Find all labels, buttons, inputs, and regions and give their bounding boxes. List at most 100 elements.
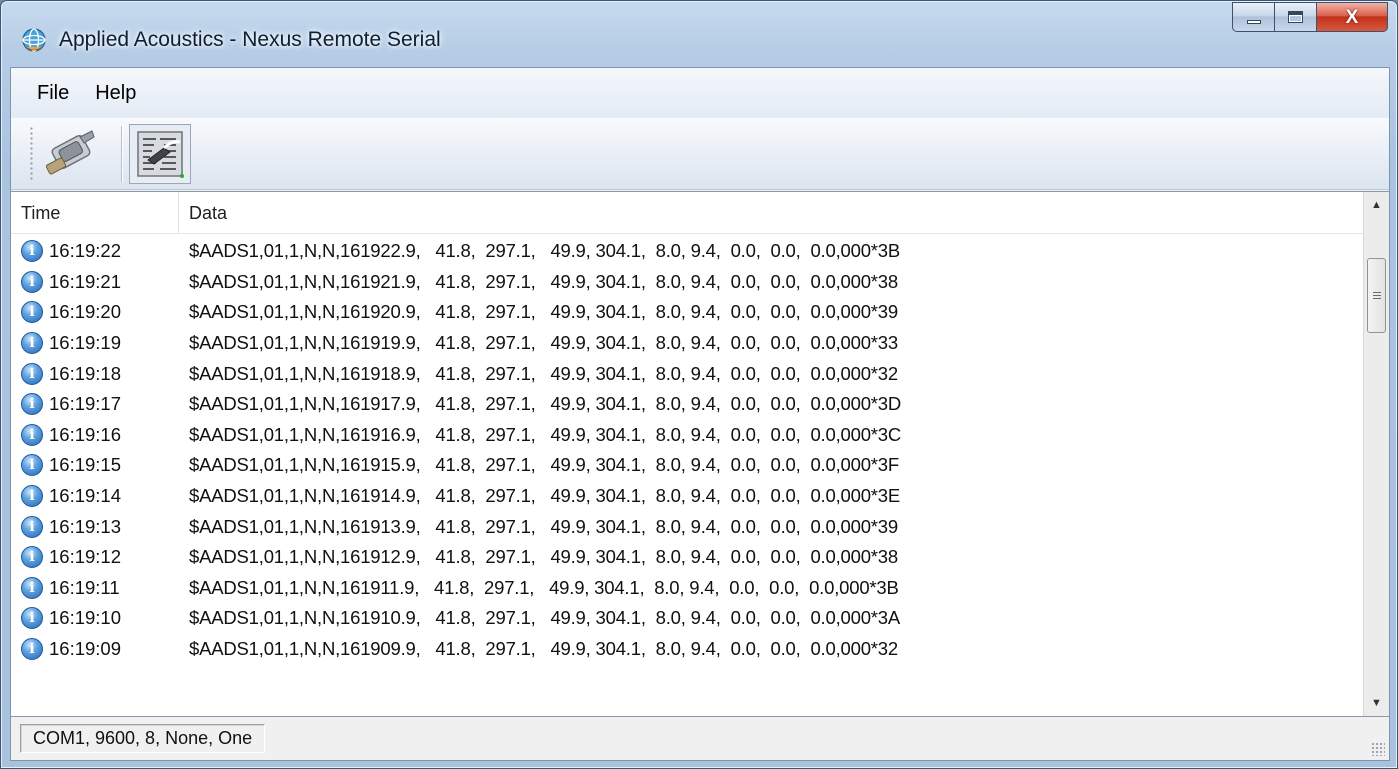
time-text: 16:19:10 [49, 607, 122, 629]
table-row[interactable]: i 16:19:16 $AADS1,01,1,N,N,161916.9, 41.8,… [11, 420, 1363, 451]
table-row[interactable]: i 16:19:13 $AADS1,01,1,N,N,161913.9, 41.8,… [11, 511, 1363, 542]
maximize-icon [1288, 11, 1303, 23]
data-cell: $AADS1,01,1,N,N,161916.9, 41.8, 297.1, 4… [189, 423, 902, 445]
column-header-data[interactable]: Data [179, 192, 1363, 234]
port-settings-status: COM1, 9600, 8, None, One [20, 724, 266, 753]
minimize-icon [1246, 20, 1261, 24]
info-icon: i [21, 301, 43, 324]
info-icon: i [21, 423, 43, 446]
data-cell: $AADS1,01,1,N,N,161912.9, 41.8, 297.1, 4… [189, 546, 898, 568]
data-cell: $AADS1,01,1,N,N,161913.9, 41.8, 297.1, 4… [189, 515, 898, 537]
time-text: 16:19:21 [49, 270, 122, 292]
serial-data-list[interactable]: Time Data i 16:19:22 $AADS1,01,1,N,N,16192… [11, 191, 1389, 717]
list-header: Time Data [11, 192, 1363, 234]
table-row[interactable]: i 16:19:15 $AADS1,01,1,N,N,161915.9, 41.8,… [11, 450, 1363, 481]
table-row[interactable]: i 16:19:14 $AADS1,01,1,N,N,161914.9, 41.8,… [11, 481, 1363, 512]
info-icon: i [21, 607, 43, 630]
info-icon: i [21, 546, 43, 569]
time-cell: i 16:19:20 [11, 301, 179, 324]
table-row[interactable]: i 16:19:18 $AADS1,01,1,N,N,161918.9, 41.8,… [11, 358, 1363, 389]
column-header-time[interactable]: Time [11, 192, 179, 234]
time-cell: i 16:19:21 [11, 270, 179, 293]
scroll-down-icon[interactable]: ▼ [1364, 690, 1389, 716]
table-row[interactable]: i 16:19:19 $AADS1,01,1,N,N,161919.9, 41.8,… [11, 328, 1363, 359]
scrollbar-thumb[interactable] [1367, 258, 1386, 333]
toolbar-grip[interactable] [30, 126, 33, 182]
maximize-button[interactable] [1274, 2, 1316, 32]
data-cell: $AADS1,01,1,N,N,161918.9, 41.8, 297.1, 4… [189, 362, 898, 384]
time-cell: i 16:19:17 [11, 393, 179, 416]
info-icon: i [21, 576, 43, 599]
status-bar: COM1, 9600, 8, None, One [11, 718, 1389, 760]
caption-buttons: X [1232, 2, 1388, 32]
time-cell: i 16:19:13 [11, 515, 179, 538]
time-text: 16:19:17 [49, 393, 122, 415]
client-area: File Help Time Data i 16:19:22 $AADS1,01… [10, 67, 1390, 761]
data-cell: $AADS1,01,1,N,N,161922.9, 41.8, 297.1, 4… [189, 240, 901, 262]
data-cell: $AADS1,01,1,N,N,161920.9, 41.8, 297.1, 4… [189, 301, 898, 323]
time-cell: i 16:19:10 [11, 607, 179, 630]
time-cell: i 16:19:19 [11, 332, 179, 355]
scroll-up-icon[interactable]: ▲ [1364, 192, 1389, 218]
data-cell: $AADS1,01,1,N,N,161909.9, 41.8, 297.1, 4… [189, 638, 898, 660]
app-window: Applied Acoustics - Nexus Remote Serial … [0, 0, 1398, 769]
table-row[interactable]: i 16:19:11 $AADS1,01,1,N,N,161911.9, 41.8,… [11, 573, 1363, 604]
vertical-scrollbar[interactable]: ▲ ▼ [1363, 192, 1389, 716]
time-text: 16:19:16 [49, 423, 122, 445]
resize-grip-icon[interactable] [1371, 742, 1385, 756]
data-cell: $AADS1,01,1,N,N,161917.9, 41.8, 297.1, 4… [189, 393, 902, 415]
table-row[interactable]: i 16:19:12 $AADS1,01,1,N,N,161912.9, 41.8,… [11, 542, 1363, 573]
data-cell: $AADS1,01,1,N,N,161911.9, 41.8, 297.1, 4… [189, 576, 899, 598]
time-text: 16:19:12 [49, 546, 122, 568]
table-row[interactable]: i 16:19:22 $AADS1,01,1,N,N,161922.9, 41.8,… [11, 236, 1363, 267]
thumb-grip-icon [1372, 291, 1381, 300]
info-icon: i [21, 362, 43, 385]
time-text: 16:19:11 [49, 576, 120, 598]
time-text: 16:19:14 [49, 485, 122, 507]
data-log-icon [137, 131, 184, 178]
time-text: 16:19:15 [49, 454, 122, 476]
serial-connector-icon [45, 130, 95, 175]
table-row[interactable]: i 16:19:10 $AADS1,01,1,N,N,161910.9, 41.8,… [11, 603, 1363, 634]
time-cell: i 16:19:16 [11, 423, 179, 446]
list-rows: i 16:19:22 $AADS1,01,1,N,N,161922.9, 41.8,… [11, 236, 1363, 664]
table-row[interactable]: i 16:19:21 $AADS1,01,1,N,N,161921.9, 41.8,… [11, 267, 1363, 298]
close-icon: X [1345, 6, 1359, 28]
data-cell: $AADS1,01,1,N,N,161921.9, 41.8, 297.1, 4… [189, 270, 898, 292]
close-button[interactable]: X [1316, 2, 1388, 32]
info-icon: i [21, 332, 43, 355]
time-text: 16:19:22 [49, 240, 122, 262]
data-cell: $AADS1,01,1,N,N,161914.9, 41.8, 297.1, 4… [189, 485, 901, 507]
info-icon: i [21, 240, 43, 263]
table-row[interactable]: i 16:19:09 $AADS1,01,1,N,N,161909.9, 41.8,… [11, 634, 1363, 665]
time-text: 16:19:13 [49, 515, 122, 537]
info-icon: i [21, 454, 43, 477]
time-text: 16:19:19 [49, 332, 122, 354]
time-text: 16:19:18 [49, 362, 122, 384]
window-title: Applied Acoustics - Nexus Remote Serial [59, 28, 441, 51]
menu-bar: File Help [11, 68, 1389, 118]
time-cell: i 16:19:15 [11, 454, 179, 477]
time-text: 16:19:20 [49, 301, 122, 323]
table-row[interactable]: i 16:19:20 $AADS1,01,1,N,N,161920.9, 41.8,… [11, 297, 1363, 328]
time-text: 16:19:09 [49, 638, 122, 660]
menu-help[interactable]: Help [83, 78, 148, 109]
info-icon: i [21, 515, 43, 538]
menu-file[interactable]: File [25, 78, 81, 109]
info-icon: i [21, 270, 43, 293]
title-bar[interactable]: Applied Acoustics - Nexus Remote Serial … [1, 1, 1397, 67]
time-cell: i 16:19:22 [11, 240, 179, 263]
minimize-button[interactable] [1232, 2, 1274, 32]
info-icon: i [21, 393, 43, 416]
data-cell: $AADS1,01,1,N,N,161915.9, 41.8, 297.1, 4… [189, 454, 899, 476]
globe-icon [22, 28, 46, 52]
time-cell: i 16:19:11 [11, 576, 179, 599]
toolbar [11, 118, 1389, 190]
info-icon: i [21, 485, 43, 508]
time-cell: i 16:19:12 [11, 546, 179, 569]
table-row[interactable]: i 16:19:17 $AADS1,01,1,N,N,161917.9, 41.8,… [11, 389, 1363, 420]
log-data-button[interactable] [129, 124, 191, 184]
info-icon: i [21, 638, 43, 661]
connect-button[interactable] [40, 124, 102, 184]
data-cell: $AADS1,01,1,N,N,161919.9, 41.8, 297.1, 4… [189, 332, 898, 354]
